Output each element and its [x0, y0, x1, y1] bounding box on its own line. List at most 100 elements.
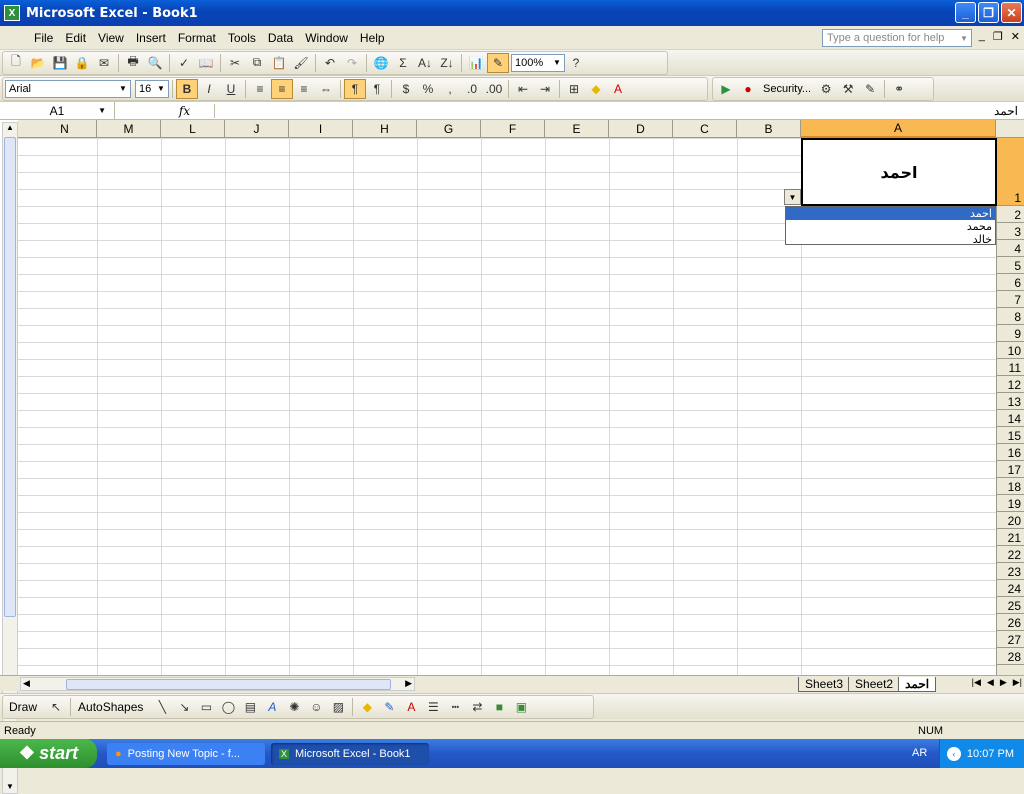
research-icon[interactable]: 📖 — [195, 53, 217, 73]
rectangle-icon[interactable]: ▭ — [195, 697, 217, 717]
paste-icon[interactable]: 📋 — [268, 53, 290, 73]
align-center-icon[interactable]: ≡ — [271, 78, 293, 99]
cell-a1[interactable]: احمد — [801, 138, 997, 206]
row-header-12[interactable]: 12 — [996, 376, 1024, 393]
column-header-e[interactable]: E — [545, 120, 609, 138]
wordart-icon[interactable]: A — [261, 697, 283, 717]
diagram-icon[interactable]: ✺ — [283, 697, 305, 717]
picture-icon[interactable]: ▨ — [327, 697, 349, 717]
oval-icon[interactable]: ◯ — [217, 697, 239, 717]
help-search-input[interactable]: Type a question for help ▼ — [822, 29, 972, 47]
sort-descending-icon[interactable]: Z↓ — [436, 53, 458, 73]
row-header-14[interactable]: 14 — [996, 410, 1024, 427]
decrease-decimal-icon[interactable]: .00 — [483, 79, 505, 99]
dropdown-option[interactable]: احمد — [786, 207, 995, 220]
spelling-icon[interactable]: ✓ — [173, 53, 195, 73]
row-header-17[interactable]: 17 — [996, 461, 1024, 478]
open-folder-icon[interactable]: 📂 — [27, 53, 49, 73]
autosum-icon[interactable]: Σ — [392, 53, 414, 73]
fill-color-icon[interactable]: ◆ — [356, 697, 378, 717]
chevron-down-icon[interactable]: ▼ — [957, 30, 971, 46]
column-header-c[interactable]: C — [673, 120, 737, 138]
print-icon[interactable]: 🖶 — [122, 53, 144, 73]
undo-icon[interactable]: ↶ — [319, 53, 341, 73]
horizontal-scrollbar[interactable]: ◀ ▶ — [20, 677, 415, 691]
insert-function-icon[interactable]: fx — [155, 103, 215, 118]
horizontal-scroll-thumb[interactable] — [66, 679, 391, 690]
visual-basic-icon[interactable]: ⚙ — [815, 79, 837, 99]
decrease-indent-icon[interactable]: ⇤ — [512, 79, 534, 99]
dropdown-option[interactable]: محمد — [786, 220, 995, 233]
sheet-tab-sheet3[interactable]: Sheet3 — [798, 676, 851, 692]
row-header-16[interactable]: 16 — [996, 444, 1024, 461]
row-header-20[interactable]: 20 — [996, 512, 1024, 529]
textbox-icon[interactable]: ▤ — [239, 697, 261, 717]
chevron-down-icon[interactable]: ▼ — [551, 56, 563, 70]
line-color-icon[interactable]: ✎ — [378, 697, 400, 717]
menu-item-view[interactable]: View — [92, 31, 130, 45]
currency-icon[interactable]: $ — [395, 79, 417, 99]
menu-item-edit[interactable]: Edit — [59, 31, 92, 45]
row-header-13[interactable]: 13 — [996, 393, 1024, 410]
row-header-26[interactable]: 26 — [996, 614, 1024, 631]
column-header-h[interactable]: H — [353, 120, 417, 138]
font-color-icon[interactable]: A — [607, 79, 629, 99]
chevron-down-icon[interactable]: ▼ — [155, 82, 167, 96]
row-header-8[interactable]: 8 — [996, 308, 1024, 325]
chevron-down-icon[interactable]: ▼ — [98, 106, 106, 115]
format-painter-icon[interactable]: 🖌 — [290, 53, 312, 73]
menu-item-insert[interactable]: Insert — [130, 31, 172, 45]
column-header-l[interactable]: L — [161, 120, 225, 138]
sheet-tab-active[interactable]: احمد — [898, 676, 937, 692]
borders-icon[interactable]: ⊞ — [563, 79, 585, 99]
row-header-28[interactable]: 28 — [996, 648, 1024, 665]
clipart-icon[interactable]: ☺ — [305, 697, 327, 717]
autoshapes-menu[interactable]: AutoShapes — [78, 700, 143, 714]
row-header-10[interactable]: 10 — [996, 342, 1024, 359]
line-icon[interactable]: ╲ — [151, 697, 173, 717]
arrow-icon[interactable]: ↘ — [173, 697, 195, 717]
bold-icon[interactable]: B — [176, 78, 198, 99]
menu-item-window[interactable]: Window — [299, 31, 354, 45]
comma-icon[interactable]: , — [439, 79, 461, 99]
row-header-11[interactable]: 11 — [996, 359, 1024, 376]
copy-icon[interactable]: ⧉ — [246, 53, 268, 73]
menu-item-tools[interactable]: Tools — [222, 31, 262, 45]
print-preview-icon[interactable]: 🔍 — [144, 53, 166, 73]
dash-style-icon[interactable]: ┅ — [444, 697, 466, 717]
menu-item-data[interactable]: Data — [262, 31, 299, 45]
arrow-style-icon[interactable]: ⇄ — [466, 697, 488, 717]
column-header-b[interactable]: B — [737, 120, 801, 138]
chart-wizard-icon[interactable]: 📊 — [465, 53, 487, 73]
validation-dropdown-button[interactable]: ▼ — [784, 189, 801, 205]
ltr-icon[interactable]: ¶ — [344, 78, 366, 99]
row-header-18[interactable]: 18 — [996, 478, 1024, 495]
column-header-f[interactable]: F — [481, 120, 545, 138]
help-icon[interactable]: ? — [565, 53, 587, 73]
doc-minimize-icon[interactable]: _ — [979, 30, 985, 43]
row-header-6[interactable]: 6 — [996, 274, 1024, 291]
minimize-button[interactable]: _ — [955, 2, 976, 23]
font-size-select[interactable]: 16 ▼ — [135, 79, 169, 98]
line-style-icon[interactable]: ☰ — [422, 697, 444, 717]
next-sheet-icon[interactable]: ▶ — [1000, 677, 1007, 688]
doc-close-icon[interactable]: ✕ — [1011, 30, 1020, 43]
increase-indent-icon[interactable]: ⇥ — [534, 79, 556, 99]
security-button[interactable]: Security... — [763, 83, 811, 95]
menu-item-file[interactable]: File — [28, 31, 59, 45]
percent-icon[interactable]: % — [417, 79, 439, 99]
cut-icon[interactable]: ✂ — [224, 53, 246, 73]
row-header-4[interactable]: 4 — [996, 240, 1024, 257]
vertical-scroll-thumb[interactable] — [4, 137, 16, 617]
language-indicator[interactable]: AR — [912, 747, 927, 759]
fill-color-icon[interactable]: ◆ — [585, 79, 607, 99]
row-header-9[interactable]: 9 — [996, 325, 1024, 342]
taskbar-item-firefox[interactable]: ● Posting New Topic - f... — [107, 742, 265, 765]
drawing-icon[interactable]: ✎ — [487, 52, 509, 73]
row-header-15[interactable]: 15 — [996, 427, 1024, 444]
scroll-left-icon[interactable]: ◀ — [23, 678, 30, 689]
column-header-g[interactable]: G — [417, 120, 481, 138]
save-icon[interactable]: 💾 — [49, 53, 71, 73]
italic-icon[interactable]: I — [198, 79, 220, 99]
row-header-25[interactable]: 25 — [996, 597, 1024, 614]
